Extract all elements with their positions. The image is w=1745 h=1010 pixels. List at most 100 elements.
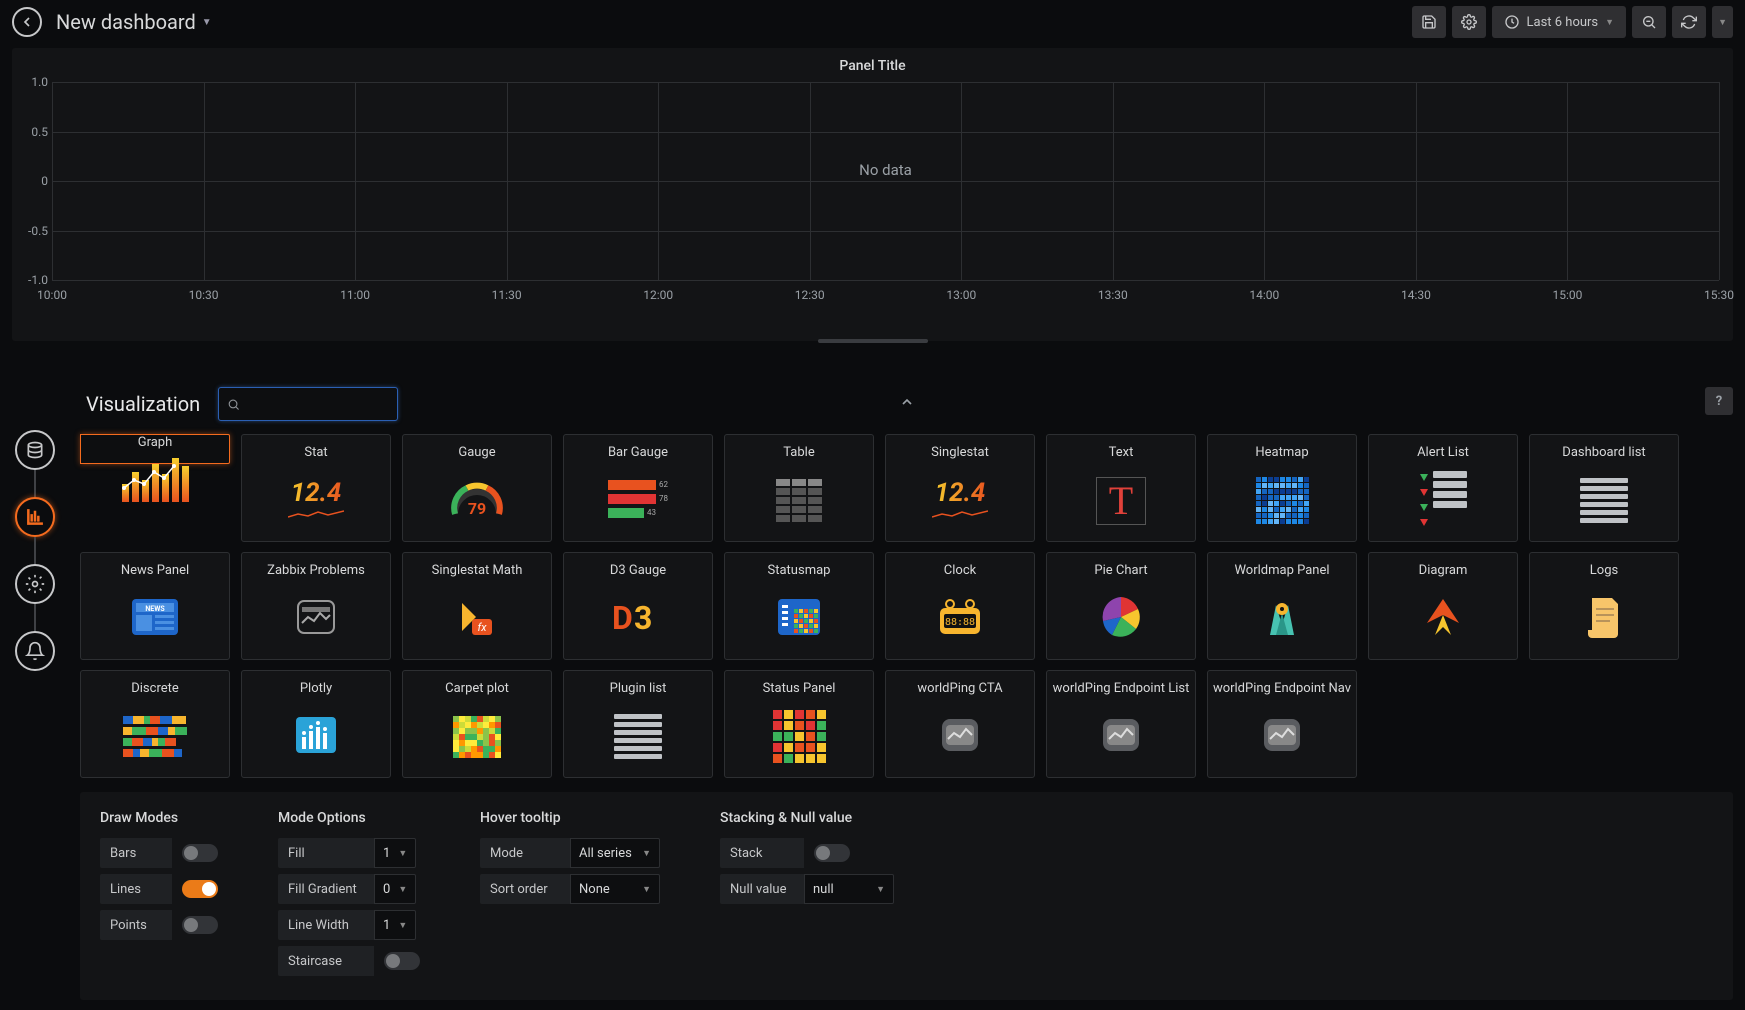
panel-title[interactable]: Panel Title (26, 58, 1719, 74)
viz-clock[interactable]: Clock88:88 (885, 552, 1035, 660)
help-button[interactable]: ? (1705, 387, 1733, 415)
viz-text[interactable]: Text T (1046, 434, 1196, 542)
viz-alertlist[interactable]: Alert List (1368, 434, 1518, 542)
time-range-button[interactable]: Last 6 hours ▼ (1492, 6, 1627, 38)
nullvalue-label: Null value (720, 874, 804, 904)
clock-icon: 88:88 (892, 586, 1028, 651)
viz-heatmap[interactable]: Heatmap (1207, 434, 1357, 542)
nav-visualization[interactable] (15, 497, 55, 537)
viz-pie[interactable]: Pie Chart (1046, 552, 1196, 660)
hovermode-label: Mode (480, 838, 570, 868)
viz-plotly[interactable]: Plotly (241, 670, 391, 778)
viz-label: Discrete (131, 681, 179, 696)
collapse-button[interactable] (899, 394, 915, 414)
refresh-button[interactable] (1672, 6, 1706, 38)
save-button[interactable] (1412, 6, 1446, 38)
viz-dashlist[interactable]: Dashboard list (1529, 434, 1679, 542)
stack-toggle[interactable] (814, 844, 850, 862)
viz-search[interactable] (218, 387, 398, 421)
clock-icon (1504, 14, 1520, 30)
refresh-interval-button[interactable]: ▼ (1712, 6, 1733, 38)
viz-wpel[interactable]: worldPing Endpoint List (1046, 670, 1196, 778)
staircase-toggle[interactable] (384, 952, 420, 970)
wpel-icon (1053, 704, 1189, 769)
viz-logs[interactable]: Logs (1529, 552, 1679, 660)
dashboard-title[interactable]: New dashboard ▼ (56, 10, 212, 34)
stat-icon: 12.4 (248, 468, 384, 533)
nav-general[interactable] (15, 564, 55, 604)
viz-graph[interactable]: Graph (80, 434, 230, 464)
dashlist-icon (1536, 468, 1672, 533)
fillgrad-label: Fill Gradient (278, 874, 374, 904)
viz-table[interactable]: Table (724, 434, 874, 542)
linewidth-select[interactable]: 1▼ (374, 910, 416, 940)
y-tick: 0.5 (24, 125, 48, 139)
fill-select[interactable]: 1▼ (374, 838, 416, 868)
viz-label: Pie Chart (1094, 563, 1147, 578)
viz-gauge[interactable]: Gauge79 (402, 434, 552, 542)
nav-queries[interactable] (15, 430, 55, 470)
viz-worldmap[interactable]: Worldmap Panel (1207, 552, 1357, 660)
heatmap-icon (1214, 468, 1350, 533)
viz-stat[interactable]: Stat12.4 (241, 434, 391, 542)
search-icon (227, 397, 240, 412)
text-icon: T (1053, 468, 1189, 533)
viz-d3gauge[interactable]: D3 Gauge D3 (563, 552, 713, 660)
chevron-down-icon: ▼ (1718, 17, 1727, 28)
back-button[interactable] (12, 7, 42, 37)
viz-ssmath[interactable]: Singlestat Mathfx (402, 552, 552, 660)
viz-plugin[interactable]: Plugin list (563, 670, 713, 778)
points-label: Points (100, 910, 172, 940)
viz-carpet[interactable]: Carpet plot (402, 670, 552, 778)
viz-statusmap[interactable]: Statusmap (724, 552, 874, 660)
svg-text:3: 3 (634, 599, 652, 637)
zabbix-icon (248, 586, 384, 651)
viz-discrete[interactable]: Discrete (80, 670, 230, 778)
viz-label: Singlestat (931, 445, 989, 460)
bars-label: Bars (100, 838, 172, 868)
lines-toggle[interactable] (182, 880, 218, 898)
chart-area[interactable]: 1.00.50-0.5-1.010:0010:3011:0011:3012:00… (52, 82, 1719, 302)
viz-label: Status Panel (763, 681, 836, 696)
viz-label: D3 Gauge (610, 563, 666, 578)
sortorder-select[interactable]: None▼ (570, 874, 660, 904)
viz-wpcta[interactable]: worldPing CTA (885, 670, 1035, 778)
viz-singlestat[interactable]: Singlestat 12.4 (885, 434, 1035, 542)
y-tick: 0 (24, 174, 48, 188)
viz-zabbix[interactable]: Zabbix Problems (241, 552, 391, 660)
plugin-icon (570, 704, 706, 769)
viz-label: News Panel (121, 563, 189, 578)
zoom-out-button[interactable] (1632, 6, 1666, 38)
viz-label: Text (1109, 445, 1134, 460)
nullvalue-select[interactable]: null▼ (804, 874, 894, 904)
bars-toggle[interactable] (182, 844, 218, 862)
news-icon: NEWS (87, 586, 223, 651)
viz-wpen[interactable]: worldPing Endpoint Nav (1207, 670, 1357, 778)
viz-label: worldPing Endpoint Nav (1213, 681, 1351, 696)
viz-news[interactable]: News Panel NEWS (80, 552, 230, 660)
resize-handle[interactable] (818, 339, 928, 343)
points-toggle[interactable] (182, 916, 218, 934)
nav-alert[interactable] (15, 631, 55, 671)
svg-text:fx: fx (477, 621, 487, 634)
viz-bargauge[interactable]: Bar Gauge627843 (563, 434, 713, 542)
y-tick: -0.5 (24, 224, 48, 238)
statuspanel-icon (731, 704, 867, 769)
viz-statuspanel[interactable]: Status Panel (724, 670, 874, 778)
viz-diagram[interactable]: Diagram (1368, 552, 1518, 660)
viz-label: Statusmap (768, 563, 831, 578)
viz-label: Diagram (1419, 563, 1468, 578)
plotly-icon (248, 704, 384, 769)
settings-button[interactable] (1452, 6, 1486, 38)
logs-icon (1536, 586, 1672, 651)
x-tick: 11:30 (492, 288, 522, 302)
fillgrad-select[interactable]: 0▼ (374, 874, 416, 904)
diagram-icon (1375, 586, 1511, 651)
singlestat-icon: 12.4 (892, 468, 1028, 533)
worldmap-icon (1214, 586, 1350, 651)
hovermode-select[interactable]: All series▼ (570, 838, 660, 868)
viz-search-input[interactable] (246, 396, 389, 412)
discrete-icon (87, 704, 223, 769)
d3gauge-icon: D3 (570, 586, 706, 651)
viz-label: Heatmap (1255, 445, 1308, 460)
